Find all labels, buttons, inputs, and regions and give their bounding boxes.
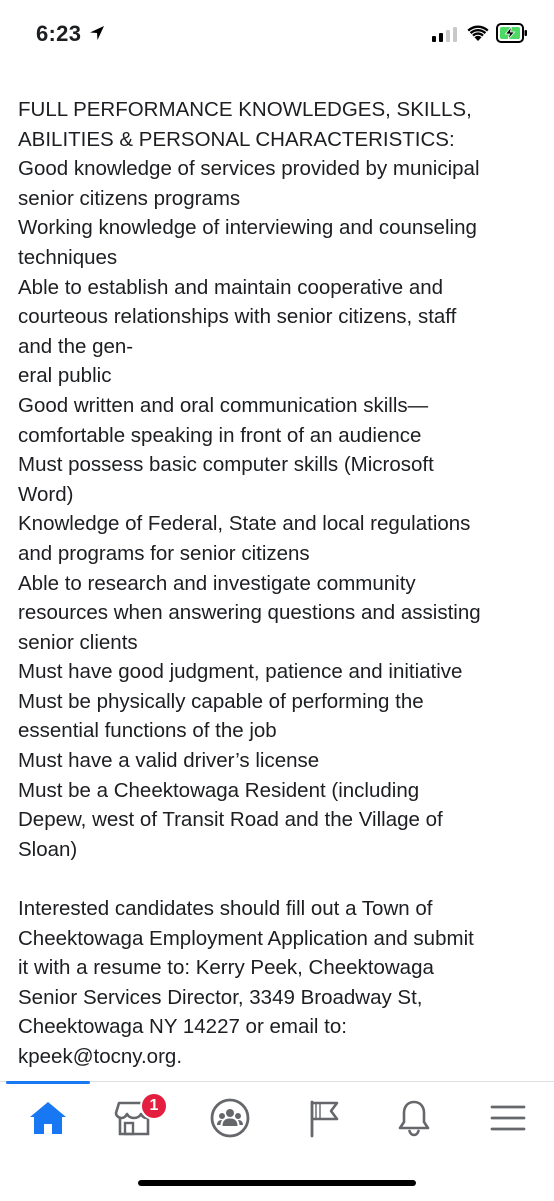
post-text-line: Must be a Cheektowaga Resident (includin… [18,778,420,802]
tab-home[interactable] [24,1096,72,1140]
post-text-line: Senior Services Director, 3349 Broadway … [18,985,423,1009]
active-tab-indicator [6,1081,90,1084]
post-text-line: Cheektowaga NY 14227 or email to: [18,1015,347,1039]
battery-charging-icon [496,23,527,43]
post-text-line: senior clients [18,630,138,654]
post-text-line: Must have good judgment, patience and in… [18,660,463,684]
post-text-line: Knowledge of Federal, State and local re… [18,512,471,536]
post-text-line: resources when answering questions and a… [18,601,481,625]
post-text-line: and the gen- [18,334,134,358]
post-text-line: comfortable speaking in front of an audi… [18,423,422,447]
post-text-line: it with a resume to: Kerry Peek, Cheekto… [18,956,434,980]
notifications-bell-icon [398,1100,430,1137]
post-text-line: FULL PERFORMANCE KNOWLEDGES, SKILLS, [18,98,472,121]
post-text-line: courteous relationships with senior citi… [18,305,457,329]
home-indicator [138,1180,416,1186]
post-text-line: essential functions of the job [18,719,277,743]
post-text-line: Able to research and investigate communi… [18,571,416,595]
groups-icon [210,1098,250,1138]
home-icon [30,1102,66,1134]
cellular-signal-icon [432,26,457,42]
post-text-line: Good knowledge of services provided by m… [18,157,480,181]
post-text-line: techniques [18,245,118,269]
post-text-line: Able to establish and maintain cooperati… [18,275,444,299]
location-arrow-icon [90,26,104,40]
status-time: 6:23 [36,21,82,46]
post-text-line: Must be physically capable of performing… [18,689,424,713]
post-text-line: Cheektowaga Employment Application and s… [18,926,474,950]
post-text-line: and programs for senior citizens [18,541,310,565]
tab-menu[interactable] [484,1096,532,1140]
post-text-line: Must have a valid driver’s license [18,749,320,773]
tab-pages[interactable] [298,1096,346,1140]
post-text-line: Interested candidates should fill out a … [18,897,433,921]
post-text-line: Word) [18,482,74,506]
post-text-line: Depew, west of Transit Road and the Vill… [18,808,443,832]
post-text-line: eral public [18,364,112,388]
pages-flag-icon [310,1100,339,1138]
menu-icon [490,1105,526,1131]
post-body-text: FULL PERFORMANCE KNOWLEDGES, SKILLS, ABIL… [18,95,548,1072]
post-text-line: Sloan) [18,837,78,861]
post-text-line: Good written and oral communication skil… [18,393,429,417]
wifi-icon [467,25,489,41]
tab-notifications[interactable] [390,1096,438,1140]
post-text-line: senior citizens programs [18,186,241,210]
tab-groups[interactable] [206,1096,254,1140]
status-bar: 6:23 [0,0,554,66]
post-text-line: Working knowledge of interviewing and co… [18,216,477,240]
post-text-line: kpeek@tocny.org. [18,1045,183,1068]
marketplace-notification-badge: 1 [140,1092,168,1120]
post-text-line: ABILITIES & PERSONAL CHARACTERISTICS: [18,127,455,151]
post-text-line: Must possess basic computer skills (Micr… [18,453,434,477]
